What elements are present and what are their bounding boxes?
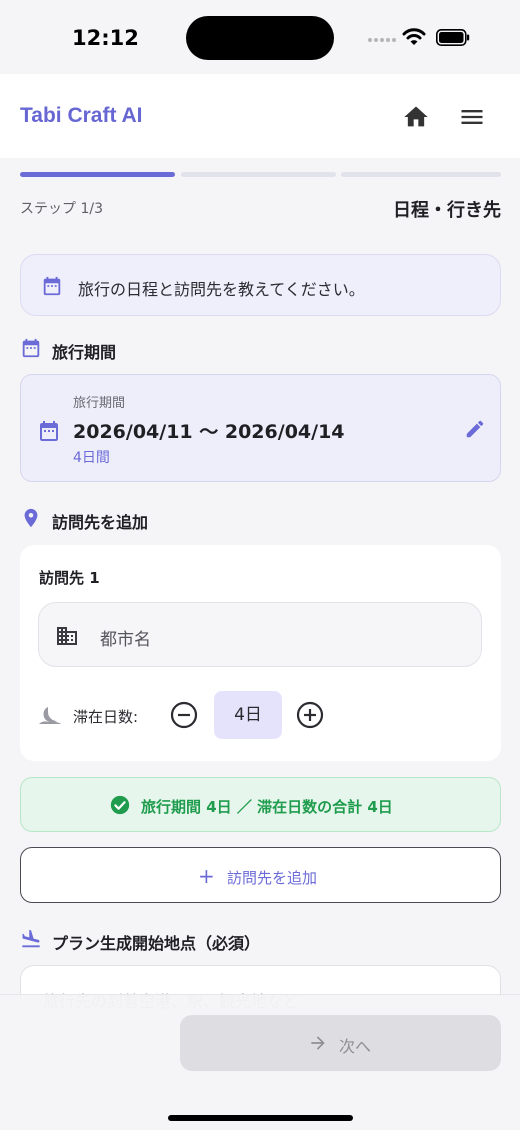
progress-segment-1 (20, 172, 175, 177)
info-message: 旅行の日程と訪問先を教えてください。 (78, 280, 365, 299)
status-bar: 12:12 (0, 0, 520, 74)
next-button-label: 次へ (339, 1037, 372, 1056)
calendar-icon (43, 276, 61, 296)
step-label: ステップ 1/3 (20, 201, 103, 217)
signal-icon (368, 36, 396, 44)
next-button[interactable]: 次へ (180, 1015, 501, 1071)
bottom-action-bar: 次へ (0, 994, 520, 1130)
destination-title: 訪問先 1 (39, 569, 100, 587)
home-indicator (168, 1115, 353, 1121)
location-pin-icon (24, 508, 38, 528)
city-input[interactable]: 都市名 (38, 602, 482, 667)
destination-heading-label: 訪問先を追加 (52, 513, 149, 532)
stay-days-label: 滞在日数: (73, 708, 139, 726)
plus-icon: + (198, 864, 215, 888)
app-title: Tabi Craft AI (20, 104, 143, 127)
period-caption: 旅行期間 (73, 396, 126, 411)
step-title: 日程・行き先 (393, 200, 501, 221)
dynamic-island (186, 16, 334, 60)
edit-icon[interactable] (464, 418, 486, 440)
menu-icon[interactable] (458, 103, 486, 131)
progress-segment-2 (181, 172, 336, 177)
progress-segment-3 (341, 172, 501, 177)
calendar-icon (22, 338, 40, 358)
decrement-icon[interactable] (170, 701, 198, 729)
check-circle-icon (110, 795, 130, 815)
step-progress (20, 172, 501, 177)
increment-icon[interactable] (296, 701, 324, 729)
calendar-icon (40, 421, 58, 441)
flight-land-icon (22, 929, 40, 948)
wifi-icon (402, 28, 426, 45)
period-range: 2026/04/11 〜 2026/04/14 (73, 421, 345, 443)
period-days: 4日間 (73, 450, 110, 466)
city-placeholder: 都市名 (100, 630, 151, 650)
summary-text: 旅行期間 4日 ／ 滞在日数の合計 4日 (141, 798, 393, 816)
city-icon (57, 627, 77, 645)
arrow-right-icon (311, 1036, 325, 1050)
add-destination-button[interactable]: + 訪問先を追加 (20, 847, 501, 903)
stay-days-row: 滞在日数: 4日 (38, 691, 338, 739)
home-icon[interactable] (402, 103, 430, 131)
app-header: Tabi Craft AI (0, 74, 520, 158)
battery-icon (436, 29, 470, 46)
travel-period-card[interactable]: 旅行期間 2026/04/11 〜 2026/04/14 4日間 (20, 374, 501, 482)
period-heading-label: 旅行期間 (52, 343, 117, 362)
start-point-heading-label: プラン生成開始地点（必須） (52, 934, 261, 953)
days-summary-banner: 旅行期間 4日 ／ 滞在日数の合計 4日 (20, 777, 501, 832)
add-destination-label: 訪問先を追加 (227, 869, 318, 887)
status-time: 12:12 (72, 26, 139, 50)
night-stay-icon (39, 707, 61, 724)
stay-days-value: 4日 (214, 691, 282, 739)
info-banner: 旅行の日程と訪問先を教えてください。 (20, 254, 501, 316)
destination-card: 訪問先 1 都市名 滞在日数: 4日 (20, 545, 501, 761)
